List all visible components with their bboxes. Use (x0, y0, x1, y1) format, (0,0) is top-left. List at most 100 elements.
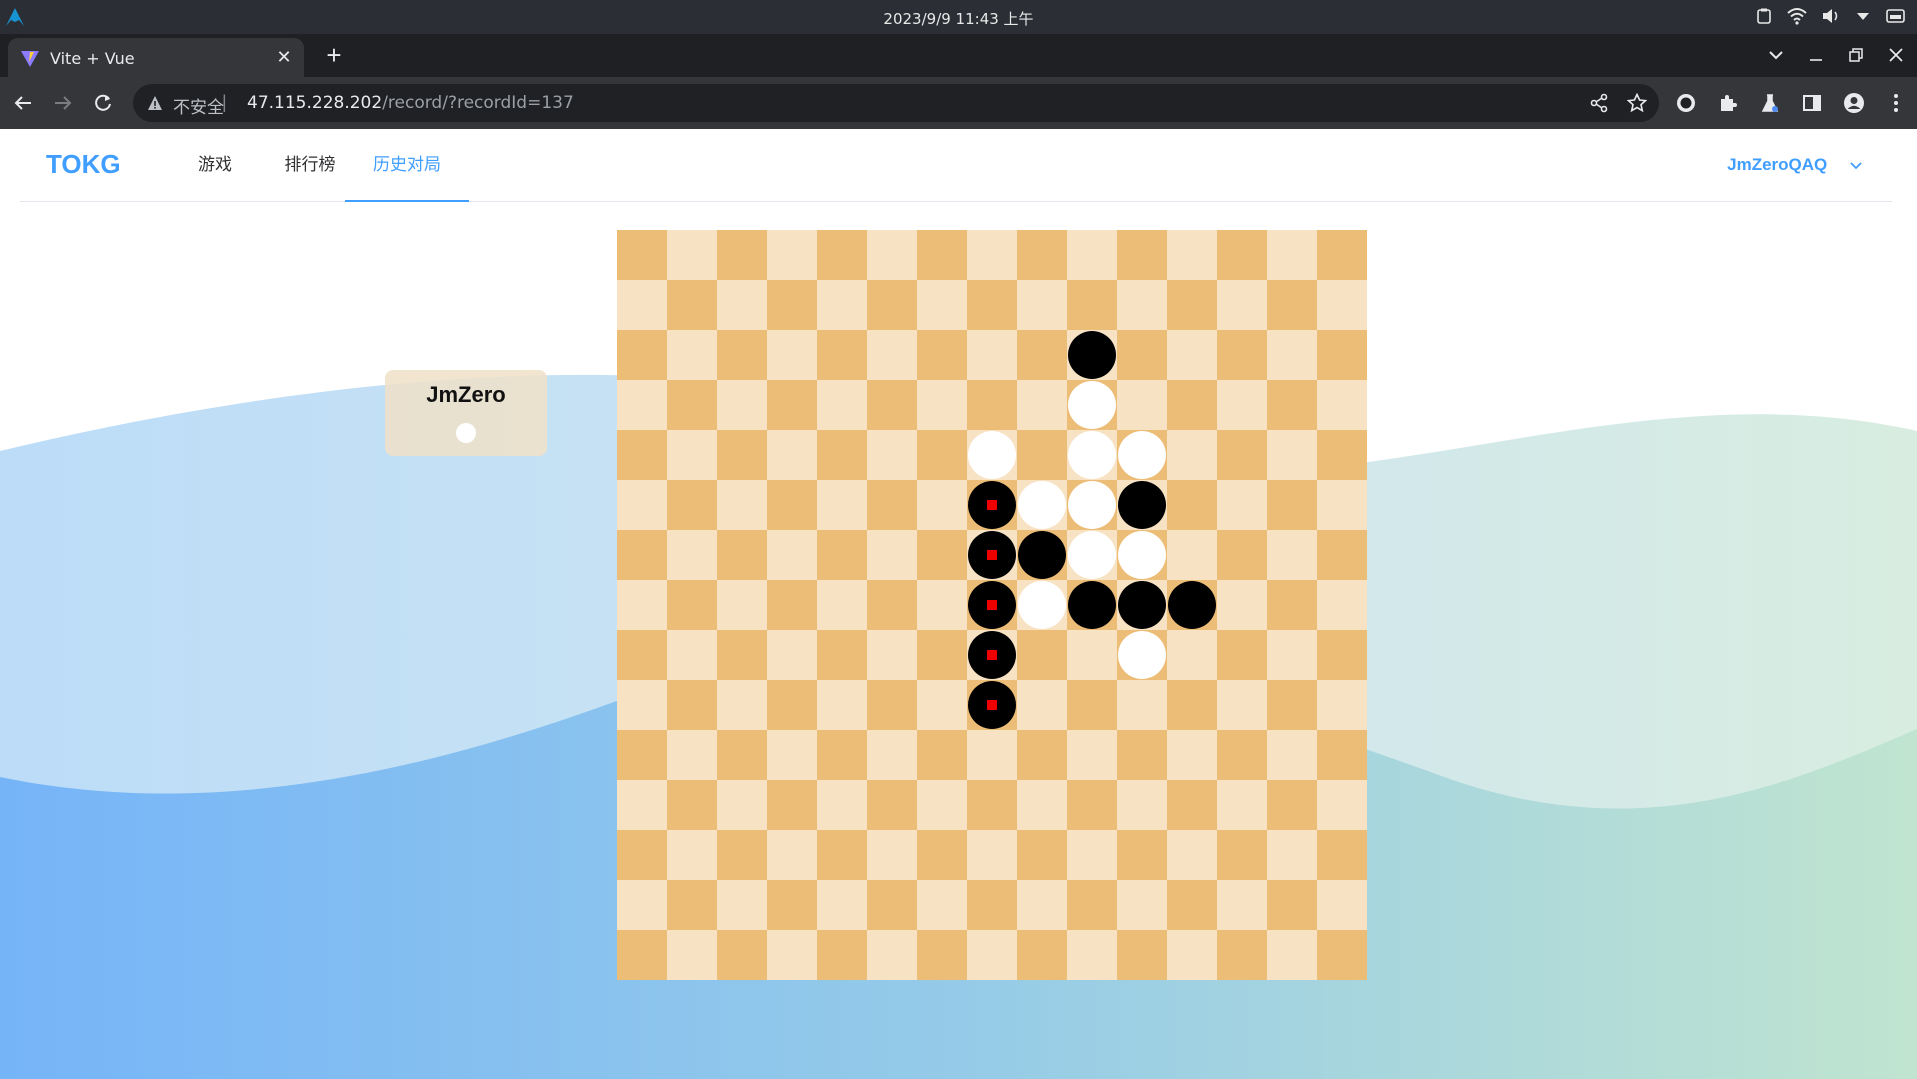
board-cell[interactable] (1267, 730, 1317, 780)
board-cell[interactable] (1167, 880, 1217, 930)
board-cell[interactable] (1067, 780, 1117, 830)
board-cell[interactable] (1317, 230, 1367, 280)
board-cell[interactable] (767, 280, 817, 330)
board-cell[interactable] (617, 280, 667, 330)
board-cell[interactable] (1117, 230, 1167, 280)
board-cell[interactable] (717, 330, 767, 380)
board-cell[interactable] (667, 230, 717, 280)
board-cell[interactable] (667, 480, 717, 530)
board-cell[interactable] (867, 380, 917, 430)
board-cell[interactable] (967, 330, 1017, 380)
board-cell[interactable] (1067, 680, 1117, 730)
board-cell[interactable] (1217, 480, 1267, 530)
user-menu[interactable]: JmZeroQAQ (1727, 129, 1862, 201)
board-cell[interactable] (1267, 880, 1317, 930)
board-cell[interactable] (817, 280, 867, 330)
tab-search-icon[interactable] (1763, 42, 1789, 68)
board-cell[interactable] (917, 380, 967, 430)
board-cell[interactable] (1217, 930, 1267, 980)
board-cell[interactable] (917, 280, 967, 330)
address-bar[interactable]: 不安全 | 47.115.228.202/record/?recordId=13… (133, 84, 1659, 122)
board-cell[interactable] (667, 430, 717, 480)
restore-icon[interactable] (1843, 42, 1869, 68)
board-cell[interactable] (817, 530, 867, 580)
board-cell[interactable] (1317, 280, 1367, 330)
battery-icon[interactable] (1885, 7, 1907, 25)
board-cell[interactable] (817, 780, 867, 830)
board-cell[interactable] (867, 730, 917, 780)
board-cell[interactable] (967, 930, 1017, 980)
board-cell[interactable] (717, 680, 767, 730)
board-cell[interactable] (667, 680, 717, 730)
side-panel-icon[interactable] (1798, 89, 1826, 117)
board-cell[interactable] (667, 380, 717, 430)
board-cell[interactable] (1167, 280, 1217, 330)
board-cell[interactable] (667, 530, 717, 580)
board-cell[interactable] (1017, 830, 1067, 880)
close-window-icon[interactable] (1883, 42, 1909, 68)
board-cell[interactable] (667, 330, 717, 380)
board-cell[interactable] (1017, 230, 1067, 280)
board-cell[interactable] (1267, 330, 1317, 380)
puzzle-icon[interactable] (1714, 89, 1742, 117)
board-cell[interactable] (1217, 430, 1267, 480)
board-cell[interactable] (617, 830, 667, 880)
board-cell[interactable] (867, 930, 917, 980)
board-cell[interactable] (1167, 930, 1217, 980)
board-cell[interactable] (1167, 530, 1217, 580)
board-cell[interactable] (617, 930, 667, 980)
bookmark-star-icon[interactable] (1627, 93, 1647, 113)
board-cell[interactable] (817, 930, 867, 980)
game-board[interactable] (617, 230, 1367, 980)
board-cell[interactable] (1317, 480, 1367, 530)
board-cell[interactable] (1017, 930, 1067, 980)
board-cell[interactable] (717, 380, 767, 430)
board-cell[interactable] (917, 830, 967, 880)
board-cell[interactable] (917, 880, 967, 930)
board-cell[interactable] (767, 630, 817, 680)
board-cell[interactable] (817, 480, 867, 530)
board-cell[interactable] (767, 880, 817, 930)
board-cell[interactable] (1317, 730, 1367, 780)
board-cell[interactable] (1267, 780, 1317, 830)
forward-arrow-icon[interactable] (49, 89, 77, 117)
board-cell[interactable] (667, 280, 717, 330)
board-cell[interactable] (717, 580, 767, 630)
board-cell[interactable] (1317, 630, 1367, 680)
board-cell[interactable] (1267, 830, 1317, 880)
board-cell[interactable] (767, 830, 817, 880)
board-cell[interactable] (1217, 580, 1267, 630)
board-cell[interactable] (1117, 730, 1167, 780)
board-cell[interactable] (1017, 380, 1067, 430)
board-cell[interactable] (917, 330, 967, 380)
board-cell[interactable] (1067, 630, 1117, 680)
board-cell[interactable] (817, 330, 867, 380)
board-cell[interactable] (767, 430, 817, 480)
menu-kebab-icon[interactable] (1882, 89, 1910, 117)
board-cell[interactable] (617, 680, 667, 730)
board-cell[interactable] (717, 280, 767, 330)
board-cell[interactable] (767, 330, 817, 380)
board-cell[interactable] (1267, 630, 1317, 680)
nav-item-game[interactable]: 游戏 (175, 129, 255, 201)
board-cell[interactable] (967, 830, 1017, 880)
dropdown-icon[interactable] (1855, 8, 1871, 24)
board-cell[interactable] (717, 930, 767, 980)
board-cell[interactable] (917, 430, 967, 480)
board-cell[interactable] (717, 230, 767, 280)
board-cell[interactable] (867, 480, 917, 530)
clipboard-icon[interactable] (1755, 7, 1773, 25)
board-cell[interactable] (1017, 730, 1067, 780)
board-cell[interactable] (617, 780, 667, 830)
board-cell[interactable] (717, 730, 767, 780)
board-cell[interactable] (617, 530, 667, 580)
board-cell[interactable] (1117, 830, 1167, 880)
board-cell[interactable] (667, 880, 717, 930)
board-cell[interactable] (1267, 280, 1317, 330)
board-cell[interactable] (1217, 330, 1267, 380)
board-cell[interactable] (917, 680, 967, 730)
board-cell[interactable] (1067, 730, 1117, 780)
back-arrow-icon[interactable] (9, 89, 37, 117)
board-cell[interactable] (617, 380, 667, 430)
board-cell[interactable] (867, 880, 917, 930)
